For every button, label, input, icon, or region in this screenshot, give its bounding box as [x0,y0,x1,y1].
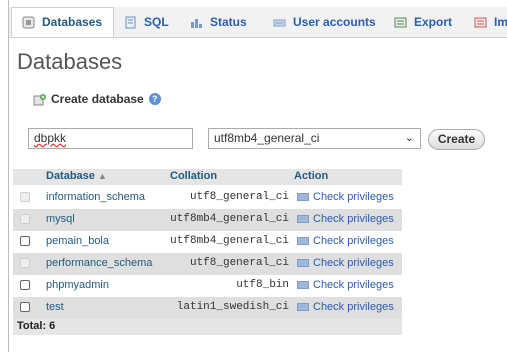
table-header: Database ▲ Collation Action [13,169,402,185]
tab-status[interactable]: Status [190,7,262,37]
table-row: information_schema utf8_general_ci Check… [13,187,402,209]
privileges-icon [297,281,309,289]
collation-value: latin1_swedish_ci [176,301,289,313]
left-border [8,0,9,352]
status-icon [190,16,203,29]
database-name-link[interactable]: performance_schema [46,257,152,269]
table-row: performance_schema utf8_general_ci Check… [13,253,402,275]
collation-selected-value: utf8mb4_general_ci [214,131,320,145]
collation-value: utf8_general_ci [189,191,289,203]
column-header-collation[interactable]: Collation [170,170,217,182]
table-total-row: Total: 6 [13,319,402,335]
check-privileges-link[interactable]: Check privileges [297,279,394,291]
collation-value: utf8_bin [236,279,289,291]
create-database-icon [33,93,46,106]
table-row: mysql utf8mb4_general_ci Check privilege… [13,209,402,231]
check-privileges-link[interactable]: Check privileges [297,257,394,269]
tab-databases-label: Databases [42,15,103,29]
create-button[interactable]: Create [428,129,485,150]
check-privileges-link[interactable]: Check privileges [297,235,394,247]
tab-export[interactable]: Export [394,7,462,37]
privileges-icon [297,215,309,223]
import-icon [474,16,487,29]
tab-databases[interactable]: Databases [11,7,114,37]
top-tab-bar: Databases SQL Status User accounts Expor… [9,7,507,38]
collation-select[interactable]: utf8mb4_general_ci ⌄ [208,128,421,149]
database-name-link[interactable]: test [46,301,64,313]
database-name-link[interactable]: information_schema [46,191,145,203]
database-name-link[interactable]: pemain_bola [46,235,109,247]
column-header-database[interactable]: Database ▲ [46,170,107,182]
database-name-link[interactable]: mysql [46,213,75,225]
collation-value: utf8mb4_general_ci [170,235,289,247]
tab-sql[interactable]: SQL [124,7,176,37]
tab-import[interactable]: Im [474,7,507,37]
row-checkbox[interactable] [20,302,30,312]
help-icon[interactable]: ? [148,93,161,105]
phpmyadmin-frame: Databases SQL Status User accounts Expor… [0,0,507,352]
table-row: test latin1_swedish_ci Check privileges [13,297,402,319]
tab-export-label: Export [414,15,453,29]
tab-sql-label: SQL [144,15,169,29]
page-title: Databases [17,49,123,74]
privileges-icon [297,303,309,311]
database-name-input[interactable]: dbpkk [28,128,193,149]
check-privileges-link[interactable]: Check privileges [297,191,394,203]
privileges-icon [297,259,309,267]
check-privileges-link[interactable]: Check privileges [297,301,394,313]
column-header-action: Action [294,170,329,182]
collation-value: utf8_general_ci [189,257,289,269]
sort-asc-icon: ▲ [97,171,107,181]
row-checkbox [20,258,30,268]
export-icon [394,16,407,29]
tab-user-accounts-label: User accounts [293,15,376,29]
privileges-icon [297,193,309,201]
row-checkbox[interactable] [20,236,30,246]
sql-icon [124,16,137,29]
row-checkbox [20,214,30,224]
create-database-link[interactable]: Create database ? [33,92,161,106]
database-name-link[interactable]: phpmyadmin [46,279,109,291]
database-icon [22,16,35,29]
collation-value: utf8mb4_general_ci [170,213,289,225]
table-row: phpmyadmin utf8_bin Check privileges [13,275,402,297]
table-row: pemain_bola utf8mb4_general_ci Check pri… [13,231,402,253]
tab-import-label: Im [494,15,507,29]
tab-status-label: Status [210,15,247,29]
total-label: Total: 6 [17,320,56,332]
privileges-icon [297,237,309,245]
create-database-label: Create database [51,92,144,106]
check-privileges-link[interactable]: Check privileges [297,213,394,225]
user-accounts-icon [273,16,286,29]
tab-user-accounts[interactable]: User accounts [273,7,383,37]
row-checkbox [20,192,30,202]
chevron-down-icon: ⌄ [404,132,414,144]
row-checkbox[interactable] [20,280,30,290]
